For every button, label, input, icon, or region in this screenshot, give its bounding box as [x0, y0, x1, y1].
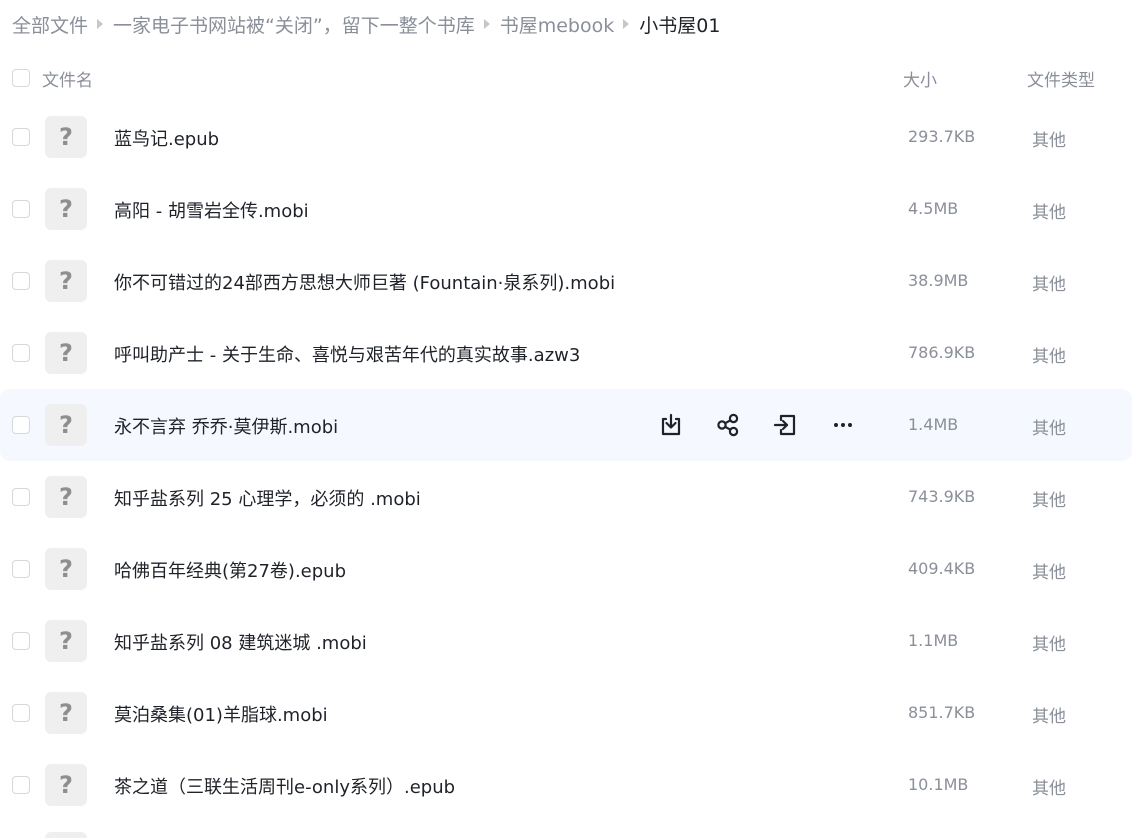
unknown-file-icon: ?: [45, 620, 87, 662]
breadcrumb-separator-icon: [483, 19, 490, 29]
move-button[interactable]: [770, 411, 800, 439]
unknown-file-icon: ?: [45, 404, 87, 446]
row-checkbox[interactable]: [12, 200, 30, 218]
file-name[interactable]: 茶之道（三联生活周刊e-only系列）.epub: [114, 773, 455, 799]
breadcrumb-separator-icon: [623, 19, 630, 29]
breadcrumb: 全部文件 一家电子书网站被“关闭”，留下一整个书库 书屋mebook 小书屋01: [12, 10, 720, 38]
file-row[interactable]: ? 知乎盐系列 25 心理学，必须的 .mobi 743.9KB 其他: [0, 461, 1132, 533]
question-mark-glyph: ?: [59, 267, 73, 295]
unknown-file-icon: ?: [45, 332, 87, 374]
share-icon: [717, 413, 739, 437]
question-mark-glyph: ?: [59, 195, 73, 223]
file-type: 其他: [1032, 707, 1066, 727]
question-mark-glyph: ?: [59, 555, 73, 583]
file-type: 其他: [1032, 275, 1066, 295]
file-type: 其他: [1032, 419, 1066, 439]
column-header-type[interactable]: 文件类型: [1027, 66, 1095, 91]
file-size: 10.1MB: [908, 775, 969, 794]
file-size: 1.4MB: [908, 415, 959, 434]
file-type: 其他: [1032, 131, 1066, 151]
select-all-checkbox[interactable]: [12, 69, 30, 87]
question-mark-glyph: ?: [59, 123, 73, 151]
next-row-file-icon: [45, 832, 87, 838]
question-mark-glyph: ?: [59, 339, 73, 367]
file-size: 1.1MB: [908, 631, 959, 650]
question-mark-glyph: ?: [59, 699, 73, 727]
unknown-file-icon: ?: [45, 476, 87, 518]
question-mark-glyph: ?: [59, 411, 73, 439]
file-row[interactable]: ? 高阳 - 胡雪岩全传.mobi 4.5MB 其他: [0, 173, 1132, 245]
file-name[interactable]: 莫泊桑集(01)羊脂球.mobi: [114, 701, 328, 727]
breadcrumb-separator-icon: [97, 19, 104, 29]
move-icon: [773, 414, 796, 436]
share-button[interactable]: [713, 411, 743, 439]
file-name[interactable]: 知乎盐系列 08 建筑迷城 .mobi: [114, 629, 367, 655]
file-size: 38.9MB: [908, 271, 969, 290]
question-mark-glyph: ?: [59, 771, 73, 799]
row-checkbox[interactable]: [12, 344, 30, 362]
row-checkbox[interactable]: [12, 632, 30, 650]
file-type: 其他: [1032, 203, 1066, 223]
file-size: 743.9KB: [908, 487, 976, 506]
file-type: 其他: [1032, 347, 1066, 367]
question-mark-glyph: ?: [59, 627, 73, 655]
more-button[interactable]: [828, 411, 858, 439]
file-row[interactable]: ? 蓝鸟记.epub 293.7KB 其他: [0, 101, 1132, 173]
file-name[interactable]: 蓝鸟记.epub: [114, 125, 219, 151]
file-row[interactable]: ? 呼叫助产士 - 关于生命、喜悦与艰苦年代的真实故事.azw3 786.9KB…: [0, 317, 1132, 389]
unknown-file-icon: ?: [45, 260, 87, 302]
breadcrumb-link[interactable]: 一家电子书网站被“关闭”，留下一整个书库: [113, 11, 475, 38]
file-name[interactable]: 永不言弃 乔乔·莫伊斯.mobi: [114, 413, 338, 439]
file-size: 786.9KB: [908, 343, 976, 362]
row-checkbox[interactable]: [12, 704, 30, 722]
download-button[interactable]: [656, 411, 686, 439]
file-row[interactable]: ? 你不可错过的24部西方思想大师巨著 (Fountain·泉系列).mobi: [0, 245, 1132, 317]
more-icon: [834, 423, 852, 427]
file-size: 293.7KB: [908, 127, 976, 146]
file-row[interactable]: ? 永不言弃 乔乔·莫伊斯.mobi 1.4MB 其他: [0, 389, 1132, 461]
file-type: 其他: [1032, 635, 1066, 655]
column-header-size[interactable]: 大小: [903, 66, 937, 91]
file-name[interactable]: 知乎盐系列 25 心理学，必须的 .mobi: [114, 485, 421, 511]
file-name[interactable]: 高阳 - 胡雪岩全传.mobi: [114, 197, 309, 223]
row-checkbox[interactable]: [12, 776, 30, 794]
row-checkbox[interactable]: [12, 128, 30, 146]
file-type: 其他: [1032, 491, 1066, 511]
file-row[interactable]: ? 茶之道（三联生活周刊e-only系列）.epub 10.1MB 其他: [0, 749, 1132, 821]
file-size: 409.4KB: [908, 559, 976, 578]
file-list: ? 蓝鸟记.epub 293.7KB 其他 ? 高阳 - 胡雪岩全传.mobi …: [0, 101, 1132, 821]
row-checkbox[interactable]: [12, 416, 30, 434]
unknown-file-icon: ?: [45, 188, 87, 230]
file-type: 其他: [1032, 563, 1066, 583]
file-row[interactable]: ? 莫泊桑集(01)羊脂球.mobi 851.7KB 其他: [0, 677, 1132, 749]
unknown-file-icon: ?: [45, 764, 87, 806]
row-checkbox[interactable]: [12, 560, 30, 578]
unknown-file-icon: ?: [45, 116, 87, 158]
download-icon: [661, 413, 681, 436]
unknown-file-icon: ?: [45, 692, 87, 734]
file-name[interactable]: 你不可错过的24部西方思想大师巨著 (Fountain·泉系列).mobi: [114, 269, 615, 295]
unknown-file-icon: ?: [45, 548, 87, 590]
row-checkbox[interactable]: [12, 272, 30, 290]
question-mark-glyph: ?: [59, 483, 73, 511]
file-row[interactable]: ? 哈佛百年经典(第27卷).epub 409.4KB 其他: [0, 533, 1132, 605]
file-size: 851.7KB: [908, 703, 976, 722]
list-header: 文件名 大小 文件类型: [0, 56, 1132, 100]
file-size: 4.5MB: [908, 199, 959, 218]
file-name[interactable]: 哈佛百年经典(第27卷).epub: [114, 557, 346, 583]
breadcrumb-current: 小书屋01: [639, 14, 721, 37]
file-name[interactable]: 呼叫助产士 - 关于生命、喜悦与艰苦年代的真实故事.azw3: [114, 341, 580, 367]
row-checkbox[interactable]: [12, 488, 30, 506]
breadcrumb-link[interactable]: 全部文件: [12, 11, 88, 38]
breadcrumb-link[interactable]: 书屋mebook: [500, 11, 615, 38]
file-type: 其他: [1032, 779, 1066, 799]
column-header-name[interactable]: 文件名: [42, 66, 93, 91]
file-row[interactable]: ? 知乎盐系列 08 建筑迷城 .mobi 1.1MB 其他: [0, 605, 1132, 677]
